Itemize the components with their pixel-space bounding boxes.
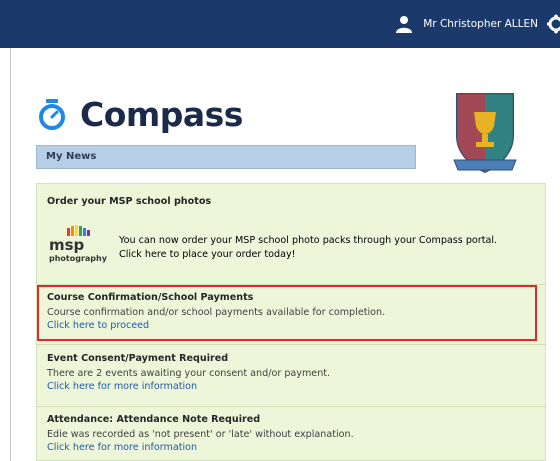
news-item-text: Edie was recorded as 'not present' or 'l… [47,429,354,440]
svg-text:msp: msp [49,236,85,254]
news-item-text: You can now order your MSP school photo … [119,235,498,246]
svg-text:photography: photography [49,254,108,263]
news-item-attendance: Attendance: Attendance Note Required Edi… [47,414,537,454]
gear-icon[interactable] [544,14,560,34]
content-frame-border [10,48,11,461]
news-item-text: There are 2 events awaiting your consent… [47,368,331,379]
news-item-title: Attendance: Attendance Note Required [47,414,261,425]
compass-logo-icon [39,98,65,130]
news-item-event-consent: Event Consent/Payment Required There are… [47,353,537,393]
school-crest-icon [453,93,517,174]
event-consent-link[interactable]: Click here for more information [47,380,537,393]
user-menu[interactable]: Mr Christopher ALLEN [395,0,538,48]
divider [37,344,545,345]
my-news-header: My News [36,145,416,169]
app-name: Compass [80,95,243,134]
msp-item-body: You can now order your MSP school photo … [119,234,539,262]
user-name[interactable]: Mr Christopher ALLEN [423,18,538,30]
compass-logo[interactable]: Compass [38,95,243,134]
msp-order-link[interactable]: Click here to place your order today! [119,248,539,262]
news-item-title: Order your MSP school photos [47,196,212,207]
news-item-msp: Order your MSP school photos [47,196,537,210]
attendance-link[interactable]: Click here for more information [47,441,537,454]
news-item-title: Event Consent/Payment Required [47,353,229,364]
msp-logo-icon: msp photography [49,225,108,263]
top-bar: Mr Christopher ALLEN [0,0,560,48]
user-icon [396,16,413,33]
divider [37,406,545,407]
highlight-box [37,285,537,341]
